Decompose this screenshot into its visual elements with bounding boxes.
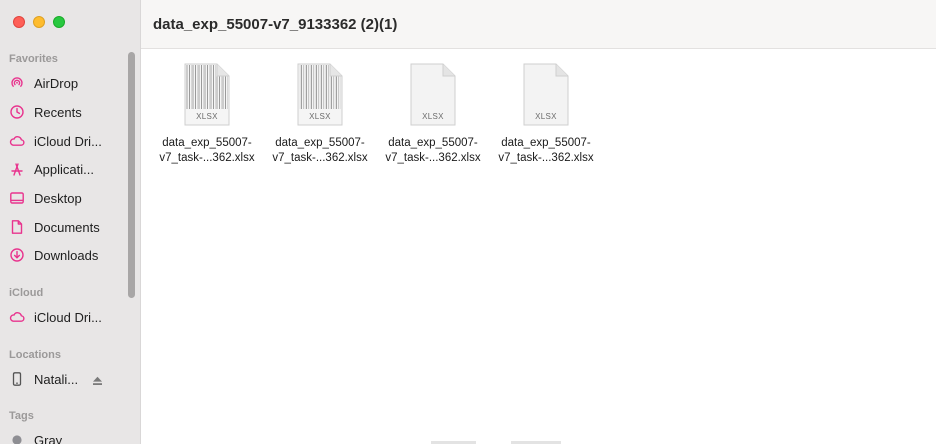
minimize-button[interactable] [33,16,45,28]
window-title: data_exp_55007-v7_9133362 (2)(1) [153,15,398,33]
sidebar-item-label: iCloud Dri... [34,133,102,149]
sidebar-item-label: Applicati... [34,161,94,177]
sidebar-item-applications[interactable]: Applicati... [0,157,124,181]
close-button[interactable] [13,16,25,28]
file-item[interactable]: XLSX data_exp_55007- v7_task-...362.xlsx [152,63,262,166]
main-content: data_exp_55007-v7_9133362 (2)(1) XLSX da… [141,0,936,444]
desktop-icon [9,190,25,206]
section-title-tags: Tags [9,410,34,422]
sidebar-item-device[interactable]: Natali... [0,367,124,391]
download-icon [9,247,25,263]
document-icon [9,219,25,235]
file-name: data_exp_55007- v7_task-...362.xlsx [159,137,255,164]
section-title-favorites: Favorites [9,53,58,65]
file-item[interactable]: XLSX data_exp_55007- v7_task-...362.xlsx [378,63,488,166]
sidebar: Favorites AirDrop Recents iCloud Dri... … [0,0,141,444]
sidebar-item-documents[interactable]: Documents [0,215,124,239]
cloud-icon [9,309,25,325]
sidebar-scrollbar[interactable] [128,52,135,298]
sidebar-item-label: iCloud Dri... [34,309,102,325]
sidebar-item-airdrop[interactable]: AirDrop [0,71,124,95]
eject-icon[interactable] [92,373,103,391]
finder-window: Favorites AirDrop Recents iCloud Dri... … [0,0,936,444]
file-name: data_exp_55007- v7_task-...362.xlsx [272,137,368,164]
file-name: data_exp_55007- v7_task-...362.xlsx [498,137,594,164]
sidebar-item-icloud-drive[interactable]: iCloud Dri... [0,129,124,153]
sidebar-item-desktop[interactable]: Desktop [0,186,124,210]
file-extension-label: XLSX [422,112,444,121]
sidebar-item-label: Gray [34,432,63,444]
sidebar-item-icloud-drive-2[interactable]: iCloud Dri... [0,305,124,329]
sidebar-item-label: Natali... [34,371,79,387]
file-name: data_exp_55007- v7_task-...362.xlsx [385,137,481,164]
clock-icon [9,104,25,120]
sidebar-item-downloads[interactable]: Downloads [0,243,124,267]
zoom-button[interactable] [53,16,65,28]
xlsx-file-icon: XLSX [409,63,457,127]
file-extension-label: XLSX [535,112,557,121]
sidebar-item-label: Downloads [34,247,99,263]
sidebar-item-tag-gray[interactable]: Gray [0,428,124,444]
applications-icon [9,161,25,177]
title-bar: data_exp_55007-v7_9133362 (2)(1) [141,0,936,49]
xlsx-file-icon: XLSX [296,63,344,127]
section-title-icloud: iCloud [9,287,44,299]
phone-icon [9,371,25,387]
sidebar-item-recents[interactable]: Recents [0,100,124,124]
file-extension-label: XLSX [309,112,331,121]
file-extension-label: XLSX [196,112,218,121]
sidebar-item-label: Recents [34,104,82,120]
file-item[interactable]: XLSX data_exp_55007- v7_task-...362.xlsx [265,63,375,166]
window-controls [13,16,65,28]
xlsx-file-icon: XLSX [522,63,570,127]
tag-dot-icon [9,432,25,444]
airdrop-icon [9,75,25,91]
file-item[interactable]: XLSX data_exp_55007- v7_task-...362.xlsx [491,63,601,166]
sidebar-item-label: AirDrop [34,75,79,91]
sidebar-item-label: Desktop [34,190,82,206]
section-title-locations: Locations [9,349,61,361]
sidebar-item-label: Documents [34,219,100,235]
xlsx-file-icon: XLSX [183,63,231,127]
cloud-icon [9,133,25,149]
